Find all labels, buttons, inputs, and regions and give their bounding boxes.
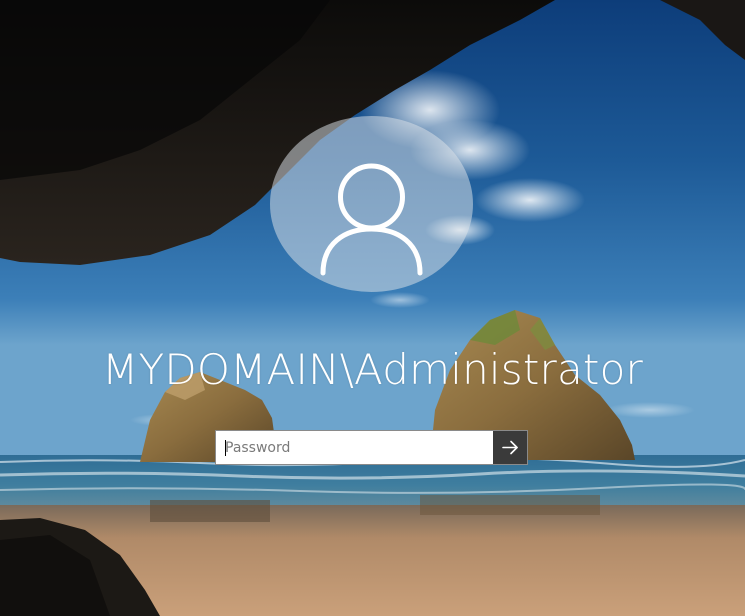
user-silhouette-icon [320, 163, 423, 276]
password-field-container [215, 430, 528, 465]
arrow-right-icon [502, 440, 518, 455]
text-caret [225, 440, 226, 456]
user-avatar [270, 116, 473, 292]
password-input[interactable] [216, 431, 494, 464]
account-username: MYDOMAIN\Administrator [102, 345, 643, 394]
beach-cave-wallpaper [0, 0, 745, 616]
login-screen: MYDOMAIN\Administrator [0, 0, 745, 616]
submit-button[interactable] [493, 431, 527, 464]
